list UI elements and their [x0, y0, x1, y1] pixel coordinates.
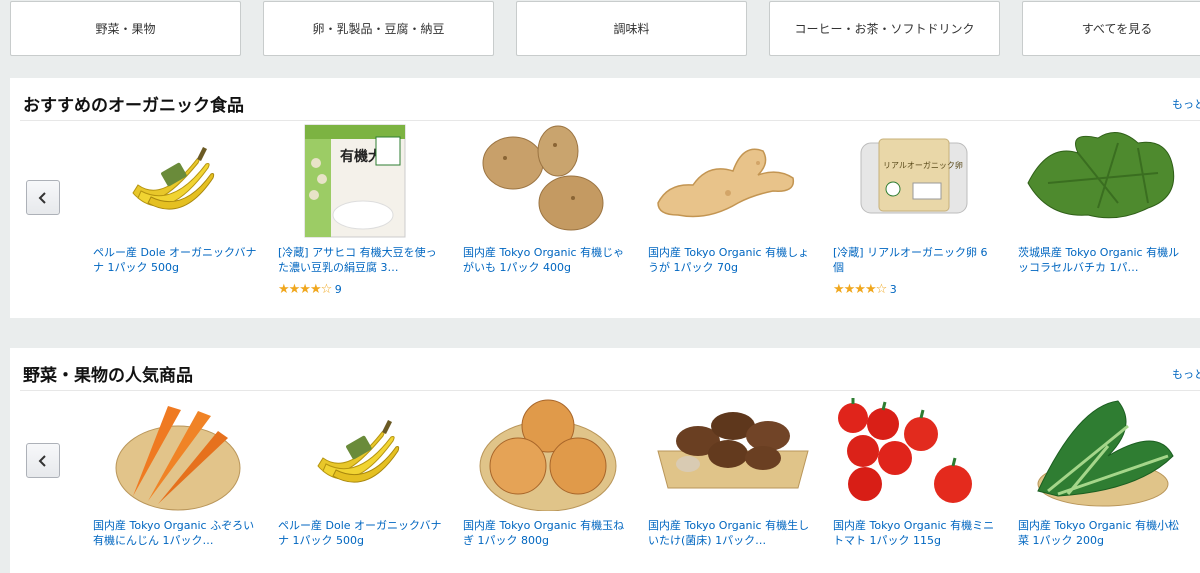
review-count[interactable]: 3: [890, 283, 897, 296]
section-title: おすすめのオーガニック食品: [23, 96, 244, 116]
egg-carton-image[interactable]: リアルオーガニック卵: [833, 123, 1003, 223]
category-seasonings-button[interactable]: 調味料: [516, 1, 747, 56]
product-name[interactable]: 国内産 Tokyo Organic 有機生しいたけ(菌床) 1パック…: [648, 518, 813, 548]
chevron-left-icon: [38, 191, 46, 204]
product-name[interactable]: 国内産 Tokyo Organic 有機玉ねぎ 1パック 800g: [463, 518, 628, 548]
banana-image[interactable]: [93, 123, 263, 223]
star-rating-icon: ★★★★☆: [278, 282, 332, 297]
category-eggs-dairy-button[interactable]: 卵・乳製品・豆腐・納豆: [263, 1, 494, 56]
product-name[interactable]: 国内産 Tokyo Organic ふぞろい有機にんじん 1パック…: [93, 518, 258, 548]
tofu-image[interactable]: 有機大豆: [278, 123, 448, 238]
shiitake-image[interactable]: [648, 396, 818, 496]
tomato-image[interactable]: [833, 396, 1003, 503]
review-count[interactable]: 9: [335, 283, 342, 296]
chevron-left-icon: [38, 454, 46, 467]
product-name[interactable]: ペルー産 Dole オーガニックバナナ 1パック 500g: [93, 245, 258, 275]
see-more-link[interactable]: もっと見る: [1172, 366, 1200, 382]
banana-image[interactable]: [278, 396, 448, 496]
product-name[interactable]: 国内産 Tokyo Organic 有機しょうが 1パック 70g: [648, 245, 813, 275]
product-name[interactable]: 国内産 Tokyo Organic 有機じゃがいも 1パック 400g: [463, 245, 628, 275]
product-name[interactable]: 国内産 Tokyo Organic 有機小松菜 1パック 200g: [1018, 518, 1183, 548]
see-more-link[interactable]: もっと見る: [1172, 96, 1200, 112]
category-fruits-vegetables-button[interactable]: 野菜・果物: [10, 1, 241, 56]
product-rating[interactable]: ★★★★☆ 9: [278, 282, 342, 297]
product-name[interactable]: 茨城県産 Tokyo Organic 有機ルッコラセルバチカ 1パ…: [1018, 245, 1183, 275]
organic-recommendations-panel: おすすめのオーガニック食品 もっと見る ペルー産 Dole オーガニックバナナ …: [10, 78, 1200, 318]
section-title: 野菜・果物の人気商品: [23, 366, 193, 386]
komatsuna-image[interactable]: [1018, 396, 1188, 507]
egg-package-text: リアルオーガニック卵: [883, 160, 963, 170]
carousel-prev-button[interactable]: [26, 180, 60, 215]
category-drinks-button[interactable]: コーヒー・お茶・ソフトドリンク: [769, 1, 1000, 56]
category-see-all-button[interactable]: すべてを見る: [1022, 1, 1200, 56]
onion-image[interactable]: [463, 396, 633, 511]
product-name[interactable]: 国内産 Tokyo Organic 有機ミニトマト 1パック 115g: [833, 518, 998, 548]
star-rating-icon: ★★★★☆: [833, 282, 887, 297]
category-nav: 野菜・果物 卵・乳製品・豆腐・納豆 調味料 コーヒー・お茶・ソフトドリンク すべ…: [0, 0, 1200, 62]
carrot-image[interactable]: [93, 396, 263, 511]
carousel-prev-button[interactable]: [26, 443, 60, 478]
product-name[interactable]: [冷蔵] リアルオーガニック卵 6個: [833, 245, 998, 275]
arugula-image[interactable]: [1018, 123, 1188, 223]
popular-produce-panel: 野菜・果物の人気商品 もっと見る 国内産 Tokyo Organic ふぞろい有…: [10, 348, 1200, 573]
ginger-image[interactable]: [648, 123, 818, 223]
product-name[interactable]: [冷蔵] アサヒコ 有機大豆を使った濃い豆乳の絹豆腐 3…: [278, 245, 443, 275]
divider: [20, 390, 1200, 391]
potato-image[interactable]: [463, 123, 633, 231]
divider: [20, 120, 1200, 121]
product-name[interactable]: ペルー産 Dole オーガニックバナナ 1パック 500g: [278, 518, 443, 548]
product-rating[interactable]: ★★★★☆ 3: [833, 282, 897, 297]
